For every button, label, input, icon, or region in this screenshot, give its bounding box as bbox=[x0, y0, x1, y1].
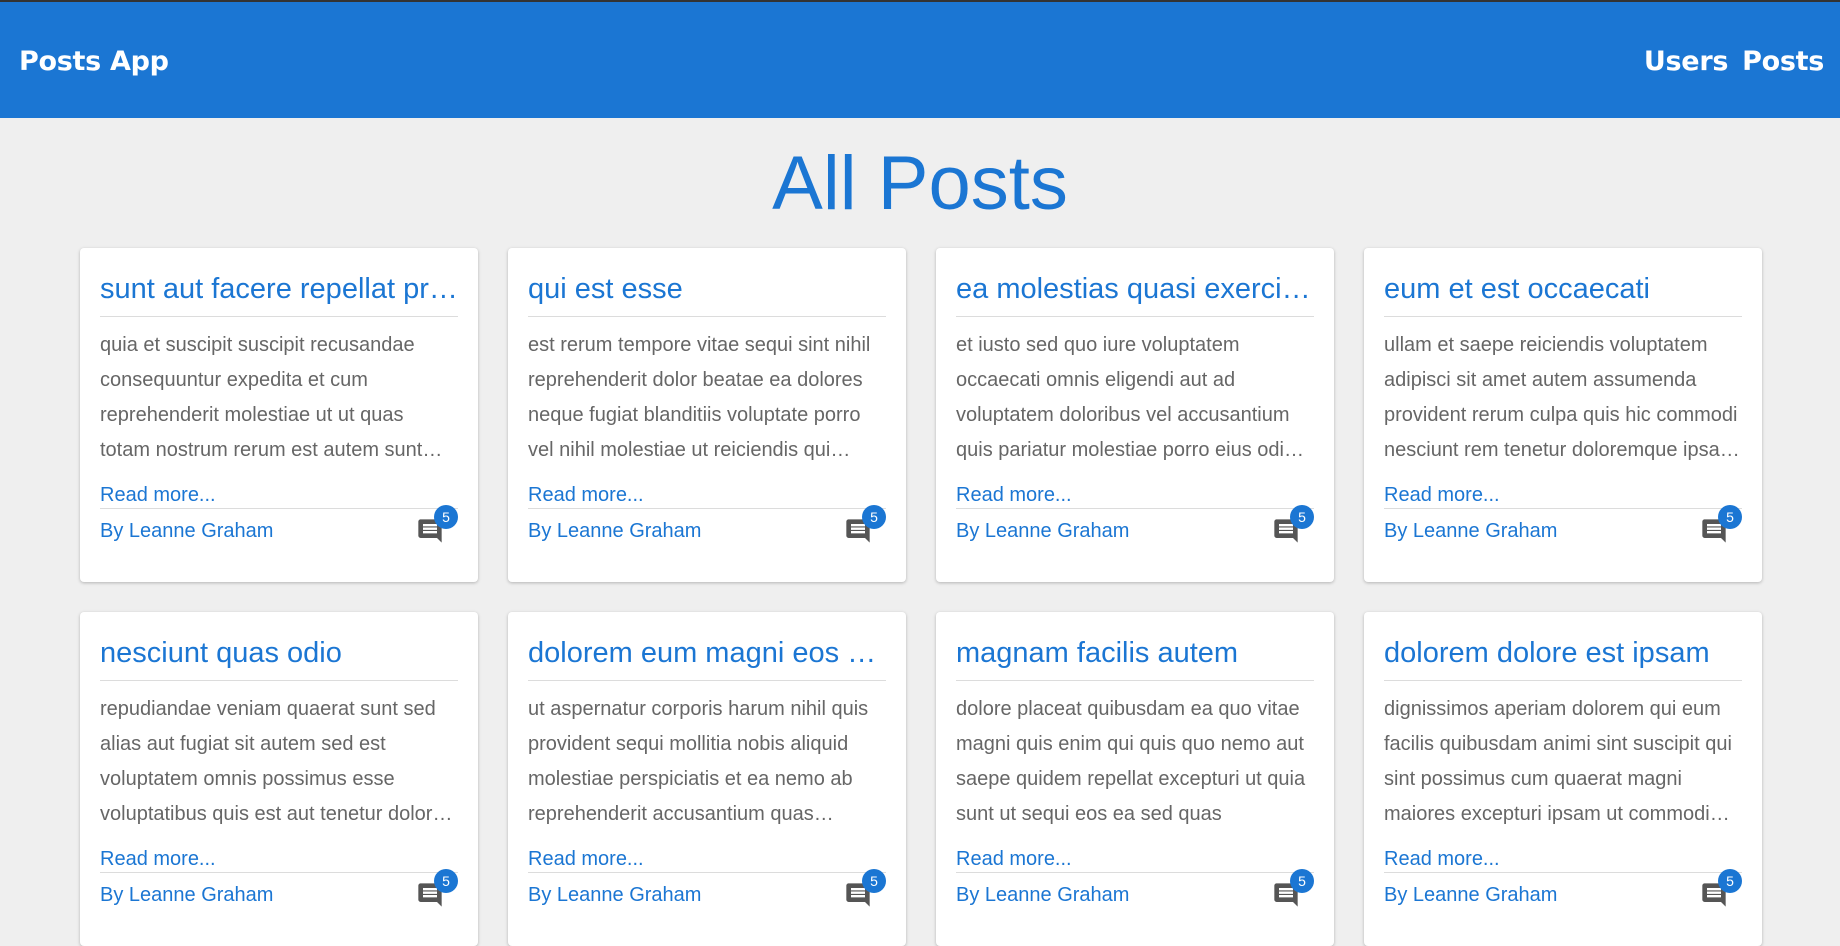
read-more-link[interactable]: Read more... bbox=[100, 482, 216, 508]
post-excerpt: dolore placeat quibusdam ea quo vitae ma… bbox=[956, 698, 1306, 825]
post-author[interactable]: By Leanne Graham bbox=[528, 518, 701, 544]
post-title[interactable]: dolorem eum magni eos aperiam quia bbox=[528, 612, 886, 681]
read-more-link[interactable]: Read more... bbox=[956, 482, 1072, 508]
post-author[interactable]: By Leanne Graham bbox=[956, 518, 1129, 544]
comment-count-badge: 5 bbox=[1290, 869, 1314, 893]
comments-button[interactable]: 5 bbox=[1272, 505, 1314, 545]
comment-count-badge: 5 bbox=[1718, 505, 1742, 529]
comment-count-badge: 5 bbox=[1718, 869, 1742, 893]
post-footer: By Leanne Graham 5 bbox=[956, 505, 1314, 551]
post-card: magnam facilis autem dolore placeat quib… bbox=[936, 612, 1334, 946]
post-card: sunt aut facere repellat provident occae… bbox=[80, 248, 478, 582]
post-footer: By Leanne Graham 5 bbox=[100, 505, 458, 551]
post-excerpt: est rerum tempore vitae sequi sint nihil… bbox=[528, 334, 871, 461]
read-more-link[interactable]: Read more... bbox=[528, 846, 644, 872]
comments-button[interactable]: 5 bbox=[416, 869, 458, 909]
read-more-link[interactable]: Read more... bbox=[1384, 482, 1500, 508]
post-author[interactable]: By Leanne Graham bbox=[956, 882, 1129, 908]
post-title[interactable]: sunt aut facere repellat provident occae… bbox=[100, 248, 458, 317]
post-author[interactable]: By Leanne Graham bbox=[100, 518, 273, 544]
post-title[interactable]: ea molestias quasi exercitationem repell… bbox=[956, 248, 1314, 317]
post-author[interactable]: By Leanne Graham bbox=[528, 882, 701, 908]
top-app-bar: Posts App Users Posts bbox=[0, 0, 1840, 118]
post-card: eum et est occaecati ullam et saepe reic… bbox=[1364, 248, 1762, 582]
main-nav: Users Posts bbox=[1644, 44, 1824, 80]
post-excerpt: ut aspernatur corporis harum nihil quis … bbox=[528, 698, 869, 825]
comments-button[interactable]: 5 bbox=[844, 505, 886, 545]
post-excerpt: ullam et saepe reiciendis voluptatem adi… bbox=[1384, 334, 1738, 461]
post-title[interactable]: magnam facilis autem bbox=[956, 612, 1314, 681]
comments-button[interactable]: 5 bbox=[1700, 869, 1742, 909]
nav-link-users[interactable]: Users bbox=[1644, 44, 1729, 80]
app-title[interactable]: Posts App bbox=[19, 44, 169, 80]
read-more-link[interactable]: Read more... bbox=[1384, 846, 1500, 872]
post-excerpt: et iusto sed quo iure voluptatem occaeca… bbox=[956, 334, 1296, 461]
comment-count-badge: 5 bbox=[862, 505, 886, 529]
post-card: dolorem eum magni eos aperiam quia ut as… bbox=[508, 612, 906, 946]
post-footer: By Leanne Graham 5 bbox=[956, 869, 1314, 915]
post-footer: By Leanne Graham 5 bbox=[1384, 869, 1742, 915]
post-footer: By Leanne Graham 5 bbox=[1384, 505, 1742, 551]
post-card: qui est esse est rerum tempore vitae seq… bbox=[508, 248, 906, 582]
posts-grid: sunt aut facere repellat provident occae… bbox=[80, 248, 1762, 946]
post-card: dolorem dolore est ipsam dignissimos ape… bbox=[1364, 612, 1762, 946]
post-title[interactable]: eum et est occaecati bbox=[1384, 248, 1742, 317]
comments-button[interactable]: 5 bbox=[1272, 869, 1314, 909]
read-more-link[interactable]: Read more... bbox=[956, 846, 1072, 872]
post-card: nesciunt quas odio repudiandae veniam qu… bbox=[80, 612, 478, 946]
nav-link-posts[interactable]: Posts bbox=[1742, 44, 1824, 80]
comment-count-badge: 5 bbox=[862, 869, 886, 893]
post-author[interactable]: By Leanne Graham bbox=[100, 882, 273, 908]
comments-button[interactable]: 5 bbox=[1700, 505, 1742, 545]
comment-count-badge: 5 bbox=[434, 869, 458, 893]
comment-count-badge: 5 bbox=[434, 505, 458, 529]
post-card: ea molestias quasi exercitationem repell… bbox=[936, 248, 1334, 582]
comment-count-badge: 5 bbox=[1290, 505, 1314, 529]
post-author[interactable]: By Leanne Graham bbox=[1384, 882, 1557, 908]
post-excerpt: quia et suscipit suscipit recusandae con… bbox=[100, 334, 423, 461]
comments-button[interactable]: 5 bbox=[844, 869, 886, 909]
read-more-link[interactable]: Read more... bbox=[528, 482, 644, 508]
page-title: All Posts bbox=[772, 141, 1068, 226]
post-title[interactable]: nesciunt quas odio bbox=[100, 612, 458, 681]
post-footer: By Leanne Graham 5 bbox=[528, 505, 886, 551]
post-title[interactable]: dolorem dolore est ipsam bbox=[1384, 612, 1742, 681]
post-footer: By Leanne Graham 5 bbox=[100, 869, 458, 915]
post-footer: By Leanne Graham 5 bbox=[528, 869, 886, 915]
post-excerpt: repudiandae veniam quaerat sunt sed alia… bbox=[100, 698, 436, 825]
read-more-link[interactable]: Read more... bbox=[100, 846, 216, 872]
post-excerpt: dignissimos aperiam dolorem qui eum faci… bbox=[1384, 698, 1732, 825]
comments-button[interactable]: 5 bbox=[416, 505, 458, 545]
post-title[interactable]: qui est esse bbox=[528, 248, 886, 317]
post-author[interactable]: By Leanne Graham bbox=[1384, 518, 1557, 544]
